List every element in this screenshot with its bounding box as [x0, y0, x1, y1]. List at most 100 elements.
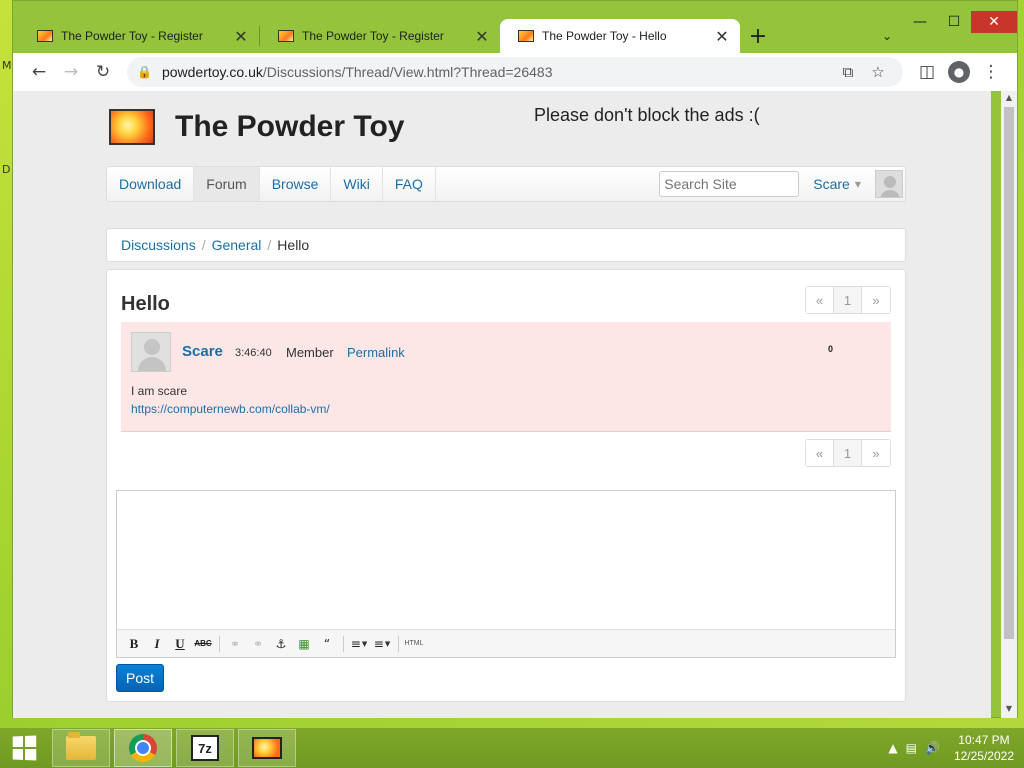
scrollbar-thumb[interactable] — [1004, 107, 1014, 639]
menu-kebab-icon[interactable]: ⋮ — [975, 56, 1007, 88]
nav-wiki[interactable]: Wiki — [331, 167, 383, 201]
toolbar-separator — [219, 635, 220, 652]
favicon-icon — [37, 30, 53, 42]
browser-toolbar: ← → ↻ 🔒 powdertoy.co.uk/Discussions/Thre… — [13, 53, 1017, 91]
quote-icon[interactable]: “ — [316, 633, 338, 655]
browser-tab[interactable]: The Powder Toy - Register ✕ — [260, 19, 500, 53]
show-hidden-icons-icon[interactable]: ▲ — [888, 741, 897, 755]
browser-tab[interactable]: The Powder Toy - Register ✕ — [19, 19, 259, 53]
editor-toolbar: B I U ABC ⚭ ⚭ ⚓ ▦ “ ≡ ▼ ≡ ▼ HTML — [117, 629, 895, 657]
nav-browse[interactable]: Browse — [260, 167, 332, 201]
maximize-button[interactable]: ☐ — [937, 11, 971, 33]
post-score: 0 — [828, 344, 834, 354]
breadcrumb: Discussions / General / Hello — [106, 228, 906, 262]
tab-search-chevron-icon[interactable]: ⌄ — [875, 19, 899, 53]
lock-icon[interactable]: 🔒 — [137, 65, 152, 79]
breadcrumb-separator: / — [201, 237, 206, 253]
scroll-up-icon[interactable]: ▲ — [1001, 93, 1017, 107]
breadcrumb-separator: / — [267, 237, 272, 253]
post-author-avatar[interactable] — [131, 332, 171, 372]
start-button[interactable] — [0, 728, 48, 768]
clock-time: 10:47 PM — [958, 733, 1010, 747]
tab-close-icon[interactable]: ✕ — [233, 27, 249, 46]
powder-toy-logo[interactable] — [109, 109, 155, 145]
bulleted-list-icon[interactable]: ≡ ▼ — [348, 633, 370, 655]
share-icon[interactable]: ⧉ — [833, 63, 863, 81]
site-search-input[interactable] — [659, 171, 800, 197]
back-button[interactable]: ← — [23, 56, 55, 88]
nav-download[interactable]: Download — [107, 167, 195, 201]
bold-icon[interactable]: B — [123, 633, 145, 655]
taskbar-7zip[interactable]: 7z — [176, 729, 234, 767]
image-icon[interactable]: ▦ — [293, 633, 315, 655]
caret-down-icon: ▼ — [854, 179, 861, 189]
taskbar-file-explorer[interactable] — [52, 729, 110, 767]
post-body-link[interactable]: https://computernewb.com/collab-vm/ — [131, 402, 330, 416]
reload-button[interactable]: ↻ — [87, 56, 119, 88]
address-bar[interactable]: 🔒 powdertoy.co.uk/Discussions/Thread/Vie… — [127, 57, 903, 87]
profile-button[interactable]: ● — [943, 56, 975, 88]
volume-icon[interactable]: 🔊 — [925, 741, 940, 755]
site-header: The Powder Toy — [109, 109, 404, 145]
url-path: /Discussions/Thread/View.html?Thread=264… — [262, 64, 553, 80]
network-icon[interactable]: ▤ — [906, 741, 917, 755]
strikethrough-icon[interactable]: ABC — [192, 633, 214, 655]
pager-prev-button[interactable]: « — [806, 440, 834, 466]
scroll-down-icon[interactable]: ▼ — [1001, 704, 1017, 718]
html-source-icon[interactable]: HTML — [403, 633, 425, 655]
post-permalink[interactable]: Permalink — [347, 345, 405, 360]
forward-button[interactable]: → — [55, 56, 87, 88]
breadcrumb-current: Hello — [277, 237, 310, 253]
pager-next-button[interactable]: » — [862, 440, 890, 466]
clock-date: 12/25/2022 — [953, 749, 1014, 763]
user-menu-label: Scare — [813, 176, 850, 192]
pager-page-1[interactable]: 1 — [834, 440, 862, 466]
close-window-button[interactable]: ✕ — [971, 11, 1017, 33]
breadcrumb-discussions[interactable]: Discussions — [121, 237, 196, 253]
numbered-list-icon[interactable]: ≡ ▼ — [371, 633, 393, 655]
anchor-icon[interactable]: ⚓ — [270, 633, 292, 655]
user-menu[interactable]: Scare ▼ — [799, 176, 875, 192]
link-icon[interactable]: ⚭ — [224, 633, 246, 655]
tab-close-icon[interactable]: ✕ — [714, 27, 730, 46]
thread-panel: Hello « 1 » Scare 3:46:40 Member Permali… — [106, 269, 906, 702]
windows-logo-icon — [12, 735, 37, 761]
nav-forum[interactable]: Forum — [194, 167, 260, 201]
bookmark-star-icon[interactable]: ☆ — [863, 63, 893, 81]
browser-window: — ☐ ✕ The Powder Toy - Register ✕ The Po… — [12, 0, 1018, 718]
taskbar-chrome[interactable] — [114, 729, 172, 767]
pager-next-button[interactable]: » — [862, 287, 890, 313]
page-viewport: The Powder Toy Please don't block the ad… — [13, 91, 991, 718]
pagination-top: « 1 » — [805, 286, 891, 314]
forum-post: Scare 3:46:40 Member Permalink 0 I am sc… — [121, 322, 891, 432]
pager-prev-button[interactable]: « — [806, 287, 834, 313]
italic-icon[interactable]: I — [146, 633, 168, 655]
page-scrollbar[interactable]: ▲ ▼ — [1001, 91, 1017, 718]
pager-page-1[interactable]: 1 — [834, 287, 862, 313]
taskbar-powder-toy[interactable] — [238, 729, 296, 767]
profile-avatar-icon: ● — [948, 61, 970, 83]
minimize-button[interactable]: — — [903, 11, 937, 33]
new-tab-button[interactable]: + — [740, 19, 776, 53]
user-avatar[interactable] — [875, 170, 903, 198]
tab-title: The Powder Toy - Register — [61, 29, 203, 43]
underline-icon[interactable]: U — [169, 633, 191, 655]
taskbar-clock[interactable]: 10:47 PM 12/25/2022 — [954, 732, 1014, 764]
system-tray: ▲ ▤ 🔊 10:47 PM 12/25/2022 — [888, 728, 1024, 768]
unlink-icon[interactable]: ⚭ — [247, 633, 269, 655]
tab-close-icon[interactable]: ✕ — [474, 27, 490, 46]
url-text[interactable]: powdertoy.co.uk/Discussions/Thread/View.… — [162, 64, 833, 80]
reply-editor[interactable]: B I U ABC ⚭ ⚭ ⚓ ▦ “ ≡ ▼ ≡ ▼ HTML — [116, 490, 896, 658]
side-panel-icon[interactable]: ◫ — [911, 56, 943, 88]
site-navbar: Download Forum Browse Wiki FAQ Scare ▼ — [106, 166, 906, 202]
nav-faq[interactable]: FAQ — [383, 167, 436, 201]
tab-strip: The Powder Toy - Register ✕ The Powder T… — [19, 19, 776, 53]
ads-message: Please don't block the ads :( — [534, 105, 760, 125]
breadcrumb-general[interactable]: General — [212, 237, 262, 253]
desktop-icon-glyph: D — [2, 163, 11, 176]
browser-tab-active[interactable]: The Powder Toy - Hello ✕ — [500, 19, 740, 53]
post-timestamp: 3:46:40 — [235, 347, 272, 359]
post-author-link[interactable]: Scare — [182, 343, 223, 360]
post-reply-button[interactable]: Post — [116, 664, 164, 692]
windows-taskbar: 7z ▲ ▤ 🔊 10:47 PM 12/25/2022 — [0, 728, 1024, 768]
